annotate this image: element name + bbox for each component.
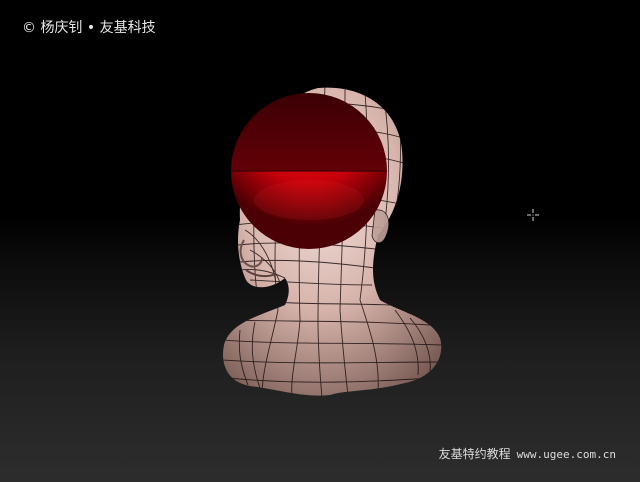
zbrush-viewport[interactable]: © 杨庆钊 • 友基科技 友基特约教程 www.ugee.com.cn bbox=[0, 0, 640, 482]
footer-url: www.ugee.com.cn bbox=[516, 448, 616, 461]
sculpt-canvas[interactable] bbox=[0, 0, 640, 482]
red-sphere-mesh[interactable] bbox=[231, 93, 387, 249]
footer-credit: 友基特约教程 www.ugee.com.cn bbox=[439, 446, 616, 463]
footer-label: 友基特约教程 bbox=[438, 447, 511, 461]
copyright-watermark: © 杨庆钊 • 友基科技 bbox=[22, 20, 156, 36]
crosshair-cursor-icon bbox=[527, 209, 539, 221]
